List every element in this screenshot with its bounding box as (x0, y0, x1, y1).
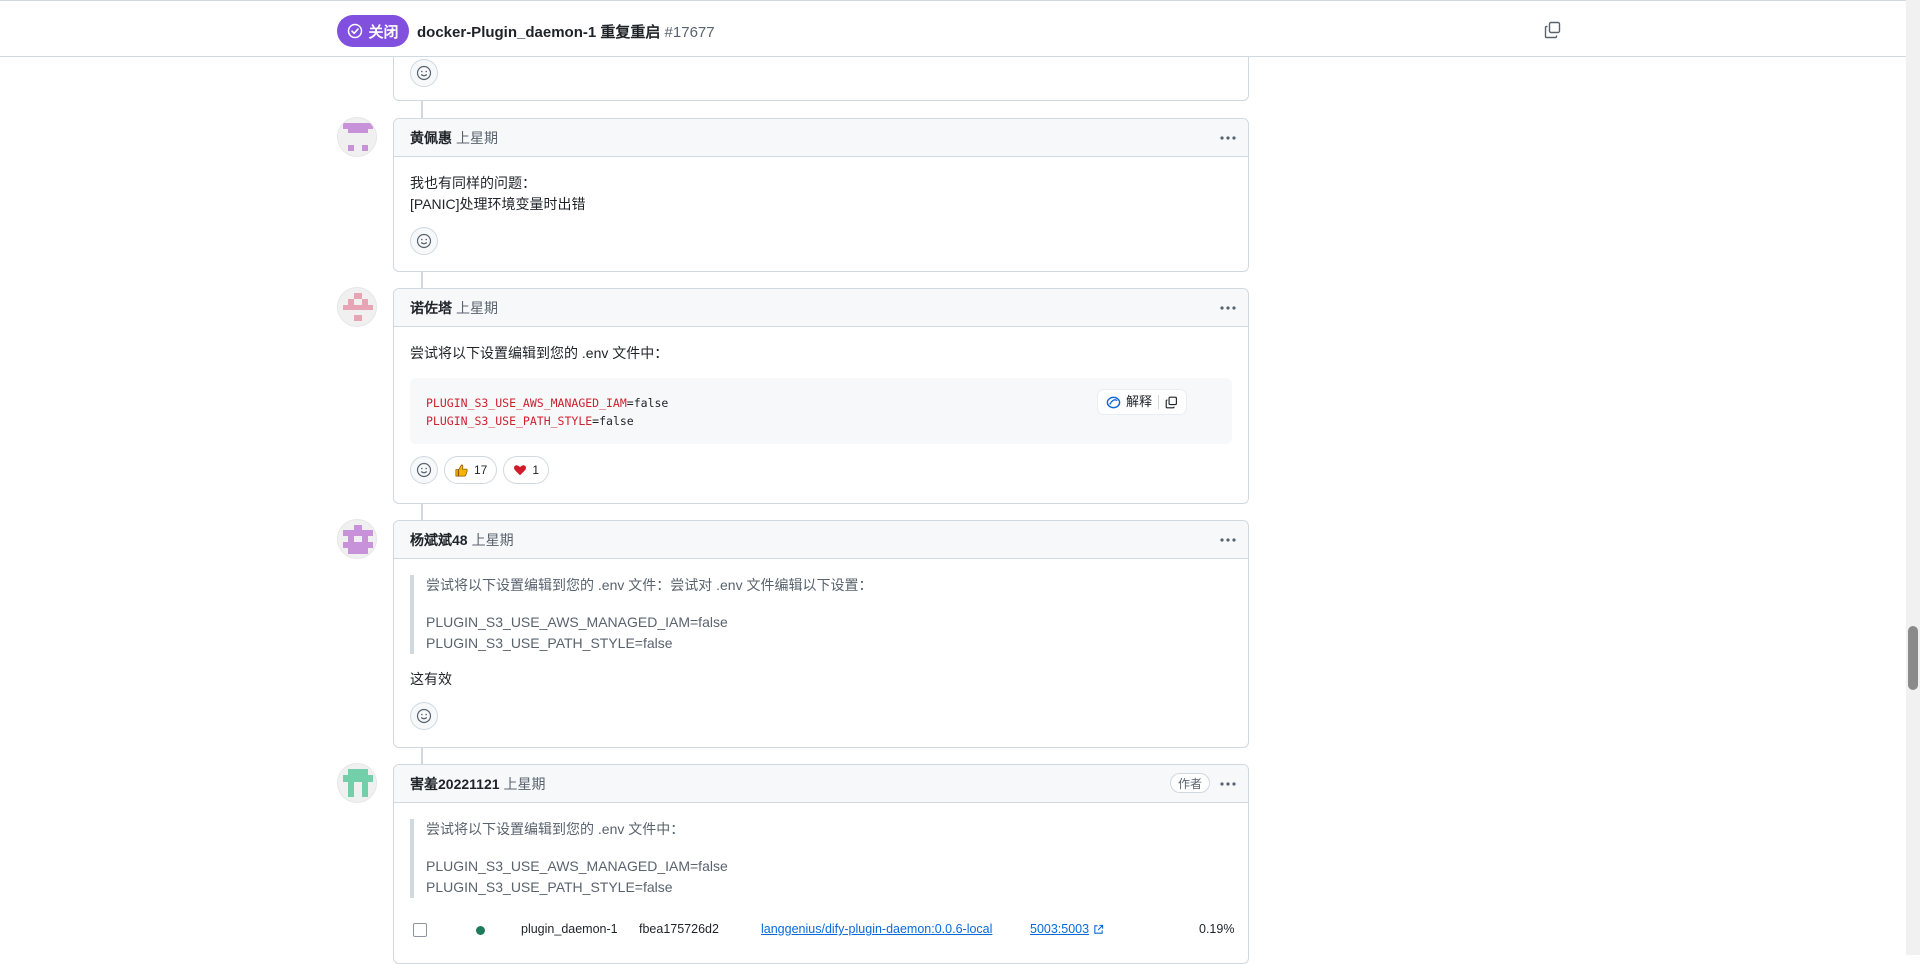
comment-card: 黄佩惠 上星期 我也有同样的问题： [PANIC]处理环境变量时出错 (393, 118, 1249, 272)
code-key: PLUGIN_S3_USE_AWS_MANAGED_IAM (426, 396, 627, 410)
identicon-avatar (338, 520, 376, 558)
comment-body: 尝试将以下设置编辑到您的 .env 文件：尝试对 .env 文件编辑以下设置： … (394, 559, 1248, 690)
comment-header: 害羞20221121 上星期 作者 (394, 765, 1248, 803)
external-link-icon (1094, 924, 1104, 934)
heart-icon (514, 465, 527, 476)
kebab-horizontal-icon (1220, 306, 1236, 310)
reaction-heart[interactable]: 1 (503, 456, 550, 484)
code-line: PLUGIN_S3_USE_PATH_STYLE=false (426, 412, 1216, 430)
reaction-thumbs-up[interactable]: 17 (444, 456, 498, 484)
row-checkbox[interactable] (413, 923, 427, 937)
smiley-icon (416, 462, 432, 478)
container-id: fbea175726d2 (639, 922, 719, 936)
comment-body: 尝试将以下设置编辑到您的 .env 文件中： PLUGIN_S3_USE_AWS… (394, 327, 1248, 444)
reaction-count: 17 (474, 463, 488, 477)
comment-text-line: 我也有同样的问题： (410, 175, 536, 191)
author-badge: 作者 (1169, 773, 1210, 793)
blockquote: 尝试将以下设置编辑到您的 .env 文件中： PLUGIN_S3_USE_AWS… (410, 819, 1232, 898)
kebab-horizontal-icon (1220, 136, 1236, 140)
thumbs-up-icon (455, 463, 468, 476)
quote-line: 尝试将以下设置编辑到您的 .env 文件中： (426, 821, 685, 837)
scrollbar-thumb[interactable] (1908, 626, 1918, 690)
add-reaction-button[interactable] (410, 59, 438, 87)
sticky-issue-header: 关闭 docker-Plugin_daemon-1 重复重启 #17677 (0, 0, 1906, 57)
comment-body: 尝试将以下设置编辑到您的 .env 文件中： PLUGIN_S3_USE_AWS… (394, 803, 1248, 898)
comment-time[interactable]: 上星期 (472, 530, 514, 550)
comment-options-button[interactable] (1218, 774, 1238, 794)
reaction-count: 1 (532, 463, 540, 477)
comment-text-line: [PANIC]处理环境变量时出错 (410, 196, 586, 212)
code-actions: 解释 (1097, 390, 1186, 414)
port-label: 5003:5003 (1030, 922, 1090, 936)
issue-title: docker-Plugin_daemon-1 重复重启 #17677 (417, 21, 715, 42)
copy-link-button[interactable] (1544, 21, 1562, 39)
code-value: =false (626, 396, 669, 410)
container-name: plugin_daemon-1 (521, 922, 618, 936)
code-key: PLUGIN_S3_USE_PATH_STYLE (426, 414, 593, 428)
comment-time[interactable]: 上星期 (456, 128, 498, 148)
comment-header: 诺佐塔 上星期 (394, 289, 1248, 327)
copilot-icon (1106, 396, 1121, 408)
reactions-bar (394, 215, 1248, 269)
identicon-avatar (338, 288, 376, 326)
comment-header: 黄佩惠 上星期 (394, 119, 1248, 157)
avatar[interactable] (337, 519, 377, 559)
container-port-link[interactable]: 5003:5003 (1030, 922, 1104, 936)
copy-icon (1544, 21, 1561, 39)
smiley-icon (416, 708, 432, 724)
comment-header: 杨斌斌48 上星期 (394, 521, 1248, 559)
smiley-icon (416, 65, 432, 81)
code-value: =false (592, 414, 634, 428)
container-table-row: plugin_daemon-1 fbea175726d2 langgenius/… (394, 912, 1248, 948)
comment-time[interactable]: 上星期 (456, 298, 498, 318)
explain-button[interactable]: 解释 (1106, 393, 1152, 411)
container-cpu: 0.19% (1199, 922, 1235, 936)
reactions-bar (394, 690, 1248, 744)
kebab-horizontal-icon (1220, 538, 1236, 542)
comment-options-button[interactable] (1218, 298, 1238, 318)
divider (1158, 395, 1159, 409)
quote-setting: PLUGIN_S3_USE_PATH_STYLE=false (426, 635, 673, 651)
smiley-icon (416, 233, 432, 249)
comment-text-line: 尝试将以下设置编辑到您的 .env 文件中： (410, 345, 669, 361)
blockquote: 尝试将以下设置编辑到您的 .env 文件：尝试对 .env 文件编辑以下设置： … (410, 575, 1232, 654)
quote-setting: PLUGIN_S3_USE_AWS_MANAGED_IAM=false (426, 858, 728, 874)
comment-author[interactable]: 杨斌斌48 (410, 530, 468, 550)
state-closed-badge: 关闭 (337, 15, 409, 47)
comment-card: 杨斌斌48 上星期 尝试将以下设置编辑到您的 .env 文件：尝试对 .env … (393, 520, 1249, 748)
code-block: PLUGIN_S3_USE_AWS_MANAGED_IAM=false PLUG… (410, 378, 1232, 444)
comment-text-line: 这有效 (410, 671, 452, 687)
comment-options-button[interactable] (1218, 530, 1238, 550)
copy-code-button[interactable] (1165, 396, 1178, 409)
quote-setting: PLUGIN_S3_USE_PATH_STYLE=false (426, 879, 673, 895)
comment-body: 我也有同样的问题： [PANIC]处理环境变量时出错 (394, 157, 1248, 215)
check-circle-icon (348, 23, 363, 39)
comment-time[interactable]: 上星期 (504, 774, 546, 794)
copy-icon (1165, 396, 1177, 408)
reactions-bar: 17 1 (394, 444, 1248, 498)
comment-author[interactable]: 诺佐塔 (410, 298, 452, 318)
comment-author[interactable]: 害羞20221121 (410, 774, 500, 794)
issue-number: #17677 (664, 24, 715, 41)
avatar[interactable] (337, 287, 377, 327)
avatar[interactable] (337, 117, 377, 157)
issue-title-text: docker-Plugin_daemon-1 重复重启 (417, 24, 661, 41)
add-reaction-button[interactable] (410, 702, 438, 730)
quote-line: 尝试将以下设置编辑到您的 .env 文件：尝试对 .env 文件编辑以下设置： (426, 577, 873, 593)
kebab-horizontal-icon (1220, 782, 1236, 786)
identicon-avatar (338, 118, 376, 156)
add-reaction-button[interactable] (410, 227, 438, 255)
add-reaction-button[interactable] (410, 456, 438, 484)
comment-author[interactable]: 黄佩惠 (410, 128, 452, 148)
running-status-dot (476, 926, 485, 935)
quote-setting: PLUGIN_S3_USE_AWS_MANAGED_IAM=false (426, 614, 728, 630)
container-image-link[interactable]: langgenius/dify-plugin-daemon:0.0.6-loca… (761, 922, 992, 936)
identicon-avatar (338, 764, 376, 802)
comment-card: 诺佐塔 上星期 尝试将以下设置编辑到您的 .env 文件中： PLUGIN_S3… (393, 288, 1249, 504)
scrollbar-track[interactable] (1906, 0, 1920, 955)
explain-label: 解释 (1125, 394, 1152, 409)
avatar[interactable] (337, 763, 377, 803)
state-label: 关闭 (368, 23, 399, 41)
comment-options-button[interactable] (1218, 128, 1238, 148)
